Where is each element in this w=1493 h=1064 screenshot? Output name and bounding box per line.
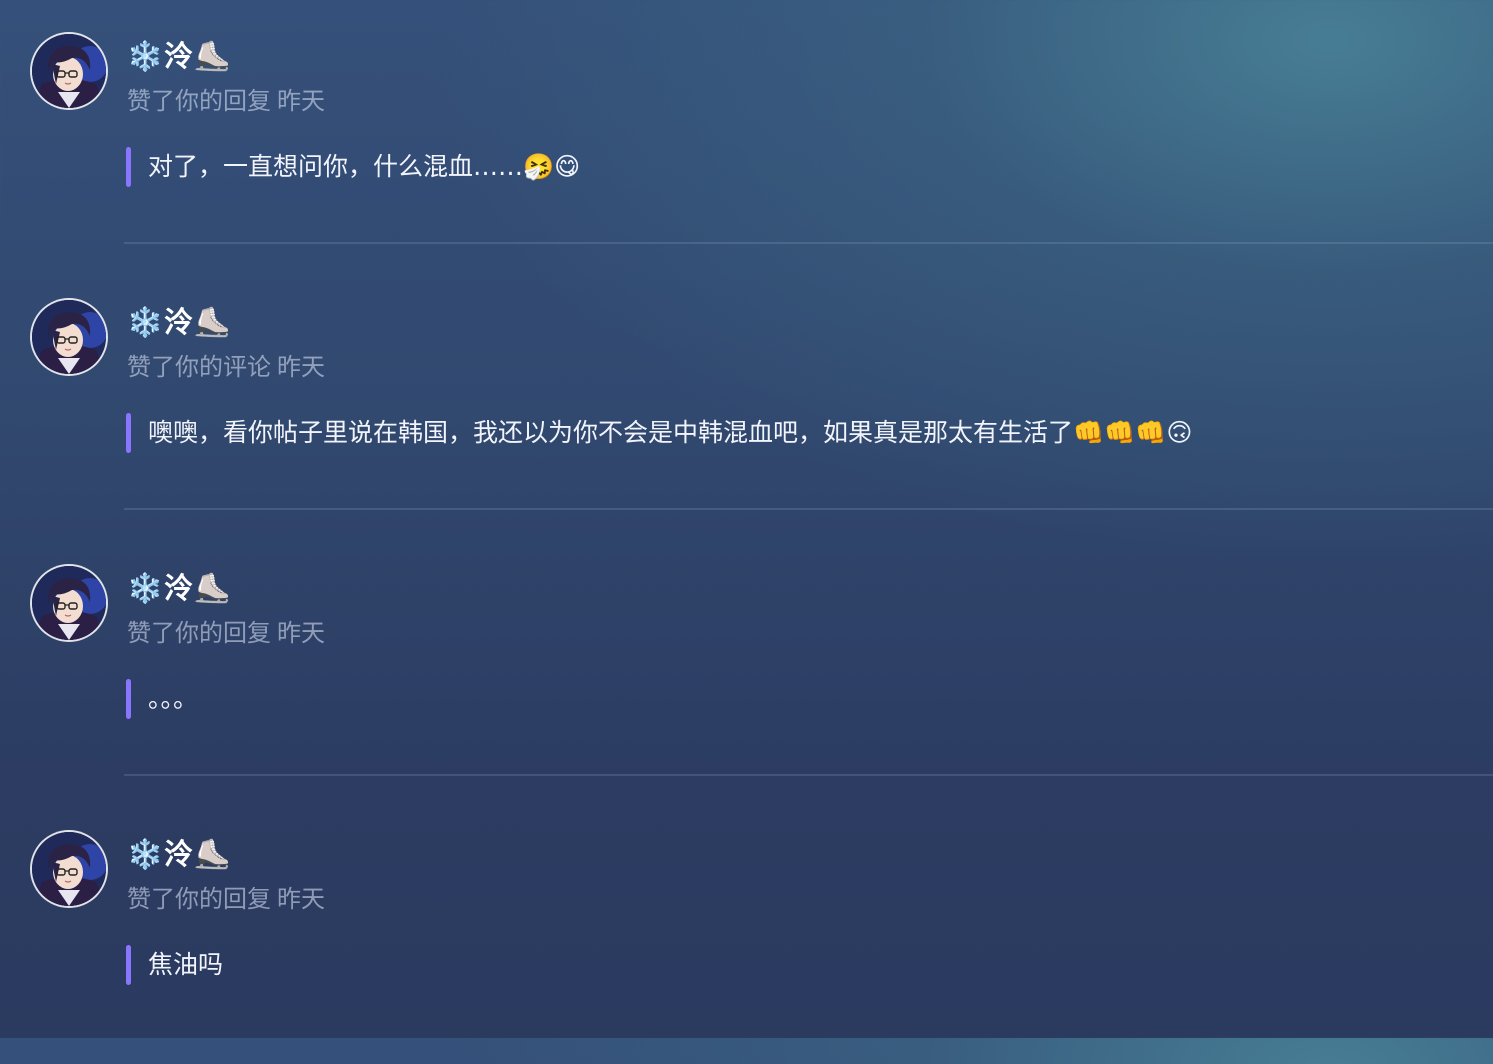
quoted-content[interactable]: 对了，一直想问你，什么混血……🤧😋 (126, 147, 580, 187)
divider (124, 774, 1493, 776)
notification-meta: 赞了你的回复 昨天 (127, 882, 325, 916)
anime-avatar-icon (32, 34, 106, 108)
username[interactable]: ❄️泠⛸️ (127, 302, 231, 342)
notification-meta: 赞了你的评论 昨天 (127, 350, 325, 384)
divider (124, 242, 1493, 244)
avatar[interactable] (32, 300, 106, 374)
action-text: 赞了你的回复 (127, 885, 271, 913)
anime-avatar-icon (32, 300, 106, 374)
quote-text: 焦油吗 (148, 950, 224, 979)
timestamp: 昨天 (277, 87, 325, 115)
notification-feed: ❄️泠⛸️ 赞了你的回复 昨天 对了，一直想问你，什么混血……🤧😋 ❄️泠⛸️ … (0, 0, 1493, 1038)
divider (124, 508, 1493, 510)
quote-bar (126, 147, 131, 187)
notification-item[interactable]: ❄️泠⛸️ 赞了你的回复 昨天 焦油吗 (0, 798, 1493, 1064)
username[interactable]: ❄️泠⛸️ (127, 834, 231, 874)
quote-bar (126, 679, 131, 719)
anime-avatar-icon (32, 832, 106, 906)
action-text: 赞了你的回复 (127, 619, 271, 647)
anime-avatar-icon (32, 566, 106, 640)
timestamp: 昨天 (277, 619, 325, 647)
quoted-content[interactable]: 焦油吗 (126, 945, 223, 985)
timestamp: 昨天 (277, 353, 325, 381)
avatar[interactable] (32, 34, 106, 108)
notification-item[interactable]: ❄️泠⛸️ 赞了你的回复 昨天 。。。 (0, 532, 1493, 798)
quote-text: 噢噢，看你帖子里说在韩国，我还以为你不会是中韩混血吧，如果真是那太有生活了👊👊👊… (148, 418, 1193, 447)
quote-text: 对了，一直想问你，什么混血……🤧😋 (148, 152, 581, 181)
quote-text: 。。。 (148, 684, 199, 713)
action-text: 赞了你的回复 (127, 87, 271, 115)
notification-meta: 赞了你的回复 昨天 (127, 616, 325, 650)
username[interactable]: ❄️泠⛸️ (127, 568, 231, 608)
notification-item[interactable]: ❄️泠⛸️ 赞了你的回复 昨天 对了，一直想问你，什么混血……🤧😋 (0, 0, 1493, 266)
quote-bar (126, 945, 131, 985)
timestamp: 昨天 (277, 885, 325, 913)
quote-bar (126, 413, 131, 453)
quoted-content[interactable]: 。。。 (126, 679, 198, 719)
avatar[interactable] (32, 832, 106, 906)
action-text: 赞了你的评论 (127, 353, 271, 381)
notification-meta: 赞了你的回复 昨天 (127, 84, 325, 118)
quoted-content[interactable]: 噢噢，看你帖子里说在韩国，我还以为你不会是中韩混血吧，如果真是那太有生活了👊👊👊… (126, 413, 1192, 453)
username[interactable]: ❄️泠⛸️ (127, 36, 231, 76)
avatar[interactable] (32, 566, 106, 640)
notification-item[interactable]: ❄️泠⛸️ 赞了你的评论 昨天 噢噢，看你帖子里说在韩国，我还以为你不会是中韩混血… (0, 266, 1493, 532)
